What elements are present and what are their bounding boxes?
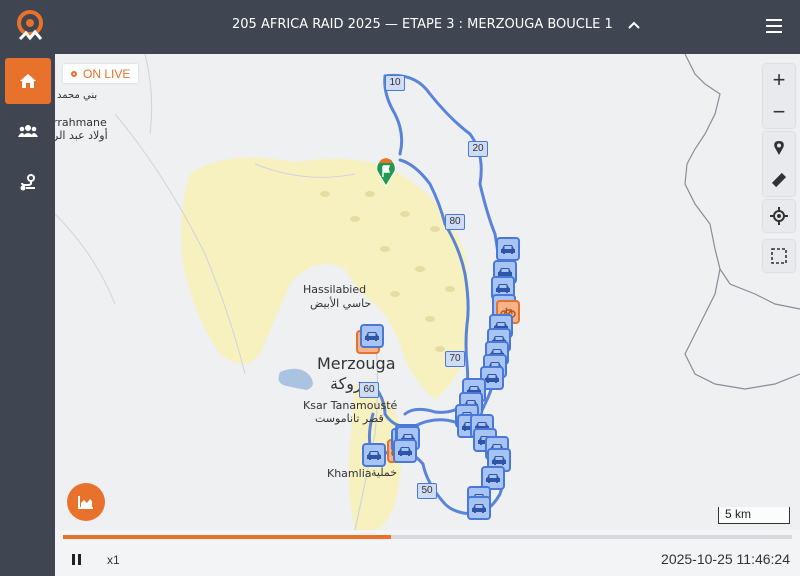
users-icon xyxy=(18,125,38,137)
place-label: rrahmane أولاد عبد الر xyxy=(55,116,108,142)
sidebar-item-users[interactable] xyxy=(5,108,51,154)
hamburger-menu-icon[interactable] xyxy=(766,19,782,33)
sidebar-item-route[interactable] xyxy=(5,160,51,206)
car-icon xyxy=(367,451,381,460)
select-area-control xyxy=(763,240,795,272)
tool-controls xyxy=(763,132,795,196)
progress-track[interactable] xyxy=(63,535,792,539)
elevation-chart-button[interactable] xyxy=(67,483,105,521)
ruler-icon[interactable] xyxy=(763,164,795,196)
place-label: Ksar Tanamousté xyxy=(303,399,398,412)
car-icon xyxy=(398,447,412,456)
car-marker[interactable] xyxy=(496,237,520,261)
zoom-controls: + − xyxy=(763,64,795,128)
car-marker[interactable] xyxy=(393,439,417,463)
start-flag-icon[interactable] xyxy=(375,157,397,187)
chart-icon xyxy=(78,496,93,509)
km-marker: 60 xyxy=(359,382,379,398)
car-icon xyxy=(472,504,486,513)
zoom-in-icon[interactable]: + xyxy=(763,64,795,96)
km-marker: 20 xyxy=(468,141,488,157)
map-scale: 5 km xyxy=(718,507,790,524)
route-icon xyxy=(20,174,35,191)
km-marker: 80 xyxy=(445,214,465,230)
logo-icon[interactable] xyxy=(14,9,46,45)
progress-fill xyxy=(63,535,392,539)
place-label: Merzouga xyxy=(317,354,396,373)
car-marker[interactable] xyxy=(360,324,384,348)
playback-bar: x1 2025-10-25 11:46:24 xyxy=(55,530,800,576)
place-label: Hassilabied xyxy=(303,283,367,296)
place-label: Khamlia xyxy=(327,467,372,480)
sidebar xyxy=(0,54,55,576)
place-label: خملية xyxy=(371,466,398,479)
km-marker: 50 xyxy=(417,483,437,499)
pin-icon[interactable] xyxy=(763,132,795,164)
chevron-up-icon[interactable] xyxy=(627,18,641,32)
speed-toggle[interactable]: x1 xyxy=(107,553,120,567)
place-label: حاسي الأبيض xyxy=(310,297,372,310)
pause-icon[interactable] xyxy=(72,554,82,565)
car-marker[interactable] xyxy=(362,443,386,467)
car-icon xyxy=(501,245,515,254)
car-icon xyxy=(485,374,499,383)
top-bar: 205 AFRICA RAID 2025 — ETAPE 3 : MERZOUG… xyxy=(0,0,800,54)
title-area[interactable]: 205 AFRICA RAID 2025 — ETAPE 3 : MERZOUG… xyxy=(232,17,641,32)
map-canvas xyxy=(55,54,800,530)
km-marker: 70 xyxy=(445,351,465,367)
car-icon xyxy=(486,474,500,483)
km-marker: 10 xyxy=(385,75,405,91)
map-view[interactable]: بني محمد rrahmane أولاد عبد الر Hassilab… xyxy=(55,54,800,530)
live-dot-icon xyxy=(71,70,77,77)
page-title: 205 AFRICA RAID 2025 — ETAPE 3 : MERZOUG… xyxy=(232,17,613,32)
car-icon xyxy=(496,284,510,293)
car-marker[interactable] xyxy=(467,496,491,520)
live-label: ON LIVE xyxy=(83,66,131,81)
place-label: بني محمد xyxy=(57,90,98,101)
sidebar-item-home[interactable] xyxy=(5,58,51,104)
car-icon xyxy=(492,456,506,465)
place-label: قصر تاناموست xyxy=(315,412,384,425)
locate-icon[interactable] xyxy=(763,200,795,232)
home-icon xyxy=(20,74,36,88)
select-area-icon[interactable] xyxy=(763,240,795,272)
live-badge[interactable]: ON LIVE xyxy=(63,64,139,83)
zoom-out-icon[interactable]: − xyxy=(763,96,795,128)
locate-control xyxy=(763,200,795,232)
timestamp: 2025-10-25 11:46:24 xyxy=(661,551,790,567)
car-icon xyxy=(365,332,379,341)
